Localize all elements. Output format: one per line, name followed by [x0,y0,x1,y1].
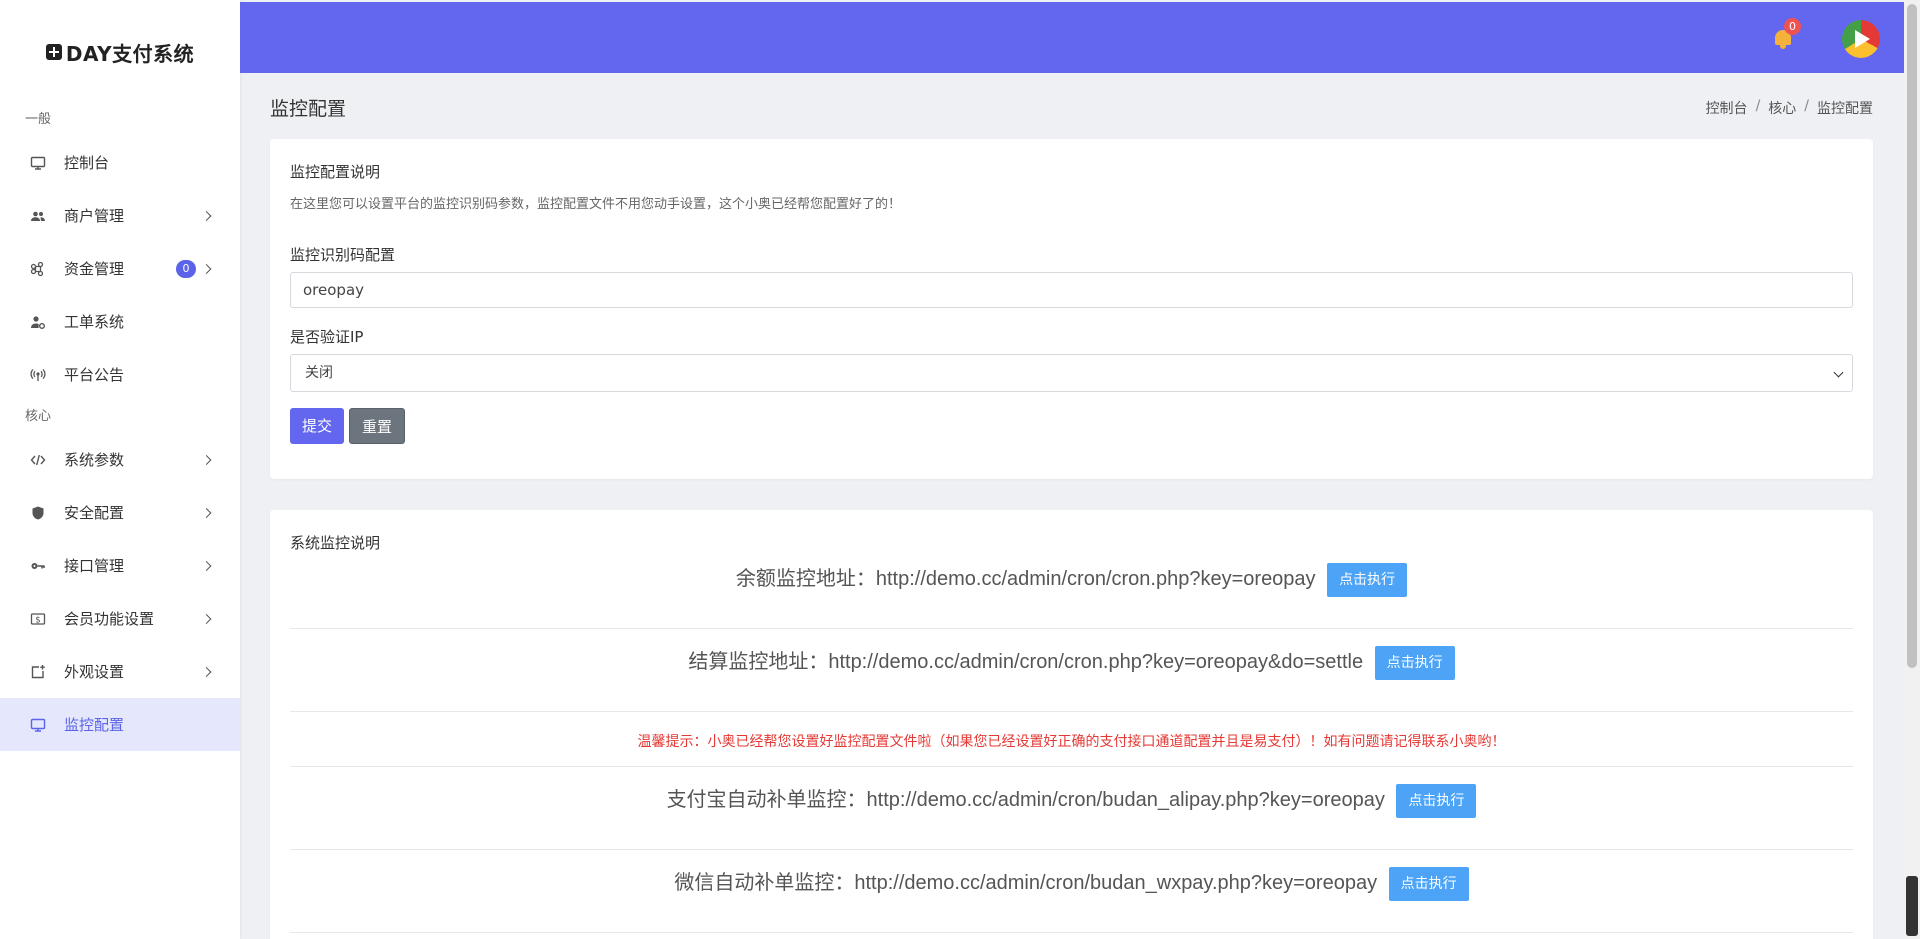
sidebar-item-label: 接口管理 [64,557,125,575]
chevron-right-icon [201,666,212,677]
reset-button[interactable]: 重置 [349,408,406,444]
wxpay-monitor-url: 微信自动补单监控：http://demo.cc/admin/cron/budan… [674,872,1378,894]
dollar-icon: $ [30,611,46,627]
monitor-key-label: 监控识别码配置 [290,246,396,264]
section-title-general: 一般 [25,112,52,127]
code-icon [30,452,46,468]
sidebar-item-label: 资金管理 [64,260,125,278]
user-gear-icon [30,314,46,330]
chevron-right-icon [201,210,212,221]
sidebar-item-api[interactable]: 接口管理 [0,539,240,592]
sidebar-item-system-params[interactable]: 系统参数 [0,433,240,486]
brand-logo-icon [45,44,62,60]
brand-name: DAY支付系统 [65,41,195,66]
command-icon [30,261,46,277]
add-screen-icon [30,664,46,680]
page-header: 监控配置 控制台 / 核心 / 监控配置 [270,92,1873,122]
chevron-down-icon [1833,367,1844,378]
svg-text:$: $ [35,615,40,625]
settle-exec-button[interactable]: 点击执行 [1374,645,1455,680]
system-monitor-card: 系统监控说明 余额监控地址：http://demo.cc/admin/cron/… [270,510,1873,939]
sidebar-item-tickets[interactable]: 工单系统 [0,295,240,348]
key-icon [30,558,46,574]
sidebar-item-membership[interactable]: $ 会员功能设置 [0,592,240,645]
divider [290,932,1853,933]
config-card-title: 监控配置说明 [290,163,381,181]
page-scrollbar[interactable] [1904,0,1920,939]
divider [290,849,1853,850]
chevron-right-icon [201,263,212,274]
page-title: 监控配置 [270,98,347,120]
notification-count-badge: 0 [1784,18,1801,35]
settle-monitor-url: 结算监控地址：http://demo.cc/admin/cron/cron.ph… [688,651,1364,673]
breadcrumb-item-dashboard[interactable]: 控制台 [1706,98,1748,118]
side-widget[interactable] [1906,876,1918,936]
settle-monitor-row: 结算监控地址：http://demo.cc/admin/cron/cron.ph… [290,645,1853,680]
monitor-icon [30,155,46,171]
sidebar-item-funds[interactable]: 资金管理 0 [0,242,240,295]
breadcrumb-item-core[interactable]: 核心 [1768,98,1796,118]
breadcrumb-item-current: 监控配置 [1817,101,1873,117]
balance-exec-button[interactable]: 点击执行 [1327,562,1408,597]
alipay-exec-button[interactable]: 点击执行 [1396,783,1477,818]
users-icon [30,208,46,224]
sidebar-item-label: 会员功能设置 [64,610,155,628]
shield-icon [30,505,46,521]
monitor-card-title: 系统监控说明 [290,534,381,552]
sidebar-item-security[interactable]: 安全配置 [0,486,240,539]
topbar: 0 [240,2,1904,73]
chevron-right-icon [201,613,212,624]
monitor-config-card: 监控配置说明 在这里您可以设置平台的监控识别码参数，监控配置文件不用您动手设置，… [270,139,1873,479]
divider [290,711,1853,712]
wxpay-exec-button[interactable]: 点击执行 [1388,866,1469,901]
breadcrumb-separator: / [1804,98,1809,114]
broadcast-icon [30,367,46,383]
chevron-right-icon [201,560,212,571]
monitor-icon [30,717,46,733]
sidebar-item-label: 商户管理 [64,207,125,225]
verify-ip-label: 是否验证IP [290,328,364,346]
sidebar-item-label: 监控配置 [64,716,125,734]
alipay-monitor-url: 支付宝自动补单监控：http://demo.cc/admin/cron/buda… [666,789,1385,811]
sidebar-item-label: 平台公告 [64,366,125,384]
sidebar-item-merchants[interactable]: 商户管理 [0,189,240,242]
brand[interactable]: DAY支付系统 [0,0,240,104]
sidebar-item-label: 控制台 [64,154,110,172]
config-card-description: 在这里您可以设置平台的监控识别码参数，监控配置文件不用您动手设置，这个小奥已经帮… [290,197,902,212]
notification-bell-icon[interactable]: 0 [1772,18,1801,50]
sidebar-item-label: 系统参数 [64,451,125,469]
divider [290,628,1853,629]
breadcrumb-separator: / [1755,98,1761,114]
balance-monitor-url: 余额监控地址：http://demo.cc/admin/cron/cron.ph… [735,568,1316,590]
alipay-monitor-row: 支付宝自动补单监控：http://demo.cc/admin/cron/buda… [290,783,1853,818]
wxpay-monitor-row: 微信自动补单监控：http://demo.cc/admin/cron/budan… [290,866,1853,901]
sidebar: DAY支付系统 一般 控制台 商户管理 资金管理 0 工单系统 平台公告 核心 [0,0,240,939]
breadcrumb: 控制台 / 核心 / 监控配置 [1706,98,1873,118]
submit-button[interactable]: 提交 [290,408,345,444]
divider [290,766,1853,767]
funds-badge: 0 [176,259,196,278]
sidebar-item-monitoring[interactable]: 监控配置 [0,698,240,751]
sidebar-item-dashboard[interactable]: 控制台 [0,136,240,189]
verify-ip-selected-value: 关闭 [305,365,333,381]
balance-monitor-row: 余额监控地址：http://demo.cc/admin/cron/cron.ph… [290,562,1853,597]
chevron-right-icon [201,507,212,518]
chevron-right-icon [201,454,212,465]
sidebar-item-announcements[interactable]: 平台公告 [0,348,240,401]
verify-ip-select[interactable]: 关闭 [290,354,1853,392]
user-avatar[interactable] [1842,20,1880,58]
sidebar-item-label: 外观设置 [64,663,125,681]
sidebar-item-label: 安全配置 [64,504,125,522]
section-title-core: 核心 [25,409,52,424]
sidebar-item-label: 工单系统 [64,313,125,331]
bell-clapper [1780,45,1786,49]
monitor-key-input[interactable] [290,272,1853,308]
warning-tip: 温馨提示：小奥已经帮您设置好监控配置文件啦（如果您已经设置好正确的支付接口通道配… [637,734,1506,750]
scrollbar-thumb[interactable] [1907,4,1917,668]
sidebar-item-appearance[interactable]: 外观设置 [0,645,240,698]
